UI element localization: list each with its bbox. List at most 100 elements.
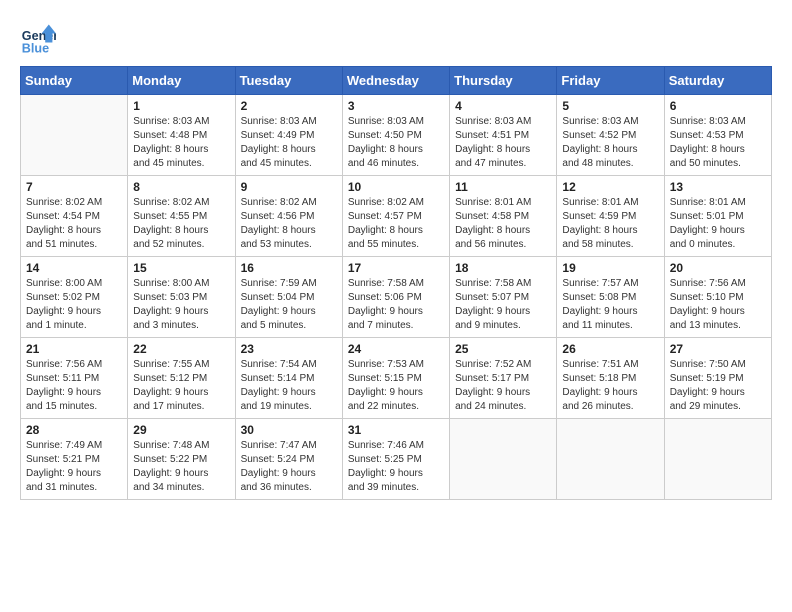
calendar-cell: 12 Sunrise: 8:01 AM Sunset: 4:59 PM Dayli…	[557, 176, 664, 257]
day-number: 1	[133, 99, 229, 113]
calendar-cell: 10 Sunrise: 8:02 AM Sunset: 4:57 PM Dayli…	[342, 176, 449, 257]
calendar-week-row: 14Sunrise: 8:00 AM Sunset: 5:02 PM Dayli…	[21, 257, 772, 338]
day-info: Sunrise: 8:01 AM Sunset: 4:58 PM Dayligh…	[455, 196, 551, 252]
calendar-week-row: 21Sunrise: 7:56 AM Sunset: 5:11 PM Dayli…	[21, 338, 772, 419]
day-info: Sunrise: 7:54 AM Sunset: 5:14 PM Dayligh…	[241, 358, 337, 414]
day-info: Sunrise: 7:57 AM Sunset: 5:08 PM Dayligh…	[562, 277, 658, 333]
day-number: 4	[455, 99, 551, 113]
weekday-header: Wednesday	[342, 67, 449, 95]
day-info: Sunrise: 8:03 AM Sunset: 4:50 PM Dayligh…	[348, 115, 444, 171]
calendar-cell: 17 Sunrise: 7:58 AM Sunset: 5:06 PM Dayli…	[342, 257, 449, 338]
calendar-cell: 6 Sunrise: 8:03 AM Sunset: 4:53 PM Daylig…	[664, 95, 771, 176]
calendar-cell	[450, 419, 557, 500]
calendar-cell: 14Sunrise: 8:00 AM Sunset: 5:02 PM Dayli…	[21, 257, 128, 338]
day-number: 27	[670, 342, 766, 356]
calendar-header: SundayMondayTuesdayWednesdayThursdayFrid…	[21, 67, 772, 95]
calendar-week-row: 1 Sunrise: 8:03 AM Sunset: 4:48 PM Daylig…	[21, 95, 772, 176]
calendar-cell: 1 Sunrise: 8:03 AM Sunset: 4:48 PM Daylig…	[128, 95, 235, 176]
day-number: 25	[455, 342, 551, 356]
day-number: 31	[348, 423, 444, 437]
day-number: 7	[26, 180, 122, 194]
day-info: Sunrise: 7:52 AM Sunset: 5:17 PM Dayligh…	[455, 358, 551, 414]
day-number: 18	[455, 261, 551, 275]
day-number: 30	[241, 423, 337, 437]
calendar-table: SundayMondayTuesdayWednesdayThursdayFrid…	[20, 66, 772, 500]
day-info: Sunrise: 7:56 AM Sunset: 5:11 PM Dayligh…	[26, 358, 122, 414]
day-number: 12	[562, 180, 658, 194]
calendar-cell	[557, 419, 664, 500]
day-info: Sunrise: 8:03 AM Sunset: 4:51 PM Dayligh…	[455, 115, 551, 171]
day-info: Sunrise: 7:56 AM Sunset: 5:10 PM Dayligh…	[670, 277, 766, 333]
calendar-cell: 31Sunrise: 7:46 AM Sunset: 5:25 PM Dayli…	[342, 419, 449, 500]
calendar-cell: 3 Sunrise: 8:03 AM Sunset: 4:50 PM Daylig…	[342, 95, 449, 176]
day-info: Sunrise: 8:02 AM Sunset: 4:54 PM Dayligh…	[26, 196, 122, 252]
day-number: 11	[455, 180, 551, 194]
weekday-row: SundayMondayTuesdayWednesdayThursdayFrid…	[21, 67, 772, 95]
logo: General Blue	[20, 20, 62, 56]
day-info: Sunrise: 7:58 AM Sunset: 5:07 PM Dayligh…	[455, 277, 551, 333]
day-number: 13	[670, 180, 766, 194]
day-number: 3	[348, 99, 444, 113]
day-number: 28	[26, 423, 122, 437]
calendar-cell: 19 Sunrise: 7:57 AM Sunset: 5:08 PM Dayli…	[557, 257, 664, 338]
day-info: Sunrise: 7:58 AM Sunset: 5:06 PM Dayligh…	[348, 277, 444, 333]
day-number: 26	[562, 342, 658, 356]
day-info: Sunrise: 8:01 AM Sunset: 4:59 PM Dayligh…	[562, 196, 658, 252]
calendar-cell: 30 Sunrise: 7:47 AM Sunset: 5:24 PM Dayli…	[235, 419, 342, 500]
calendar-cell: 5 Sunrise: 8:03 AM Sunset: 4:52 PM Daylig…	[557, 95, 664, 176]
calendar-week-row: 7 Sunrise: 8:02 AM Sunset: 4:54 PM Daylig…	[21, 176, 772, 257]
calendar-cell: 26 Sunrise: 7:51 AM Sunset: 5:18 PM Dayli…	[557, 338, 664, 419]
logo-icon: General Blue	[20, 20, 56, 56]
day-info: Sunrise: 7:55 AM Sunset: 5:12 PM Dayligh…	[133, 358, 229, 414]
weekday-header: Saturday	[664, 67, 771, 95]
day-info: Sunrise: 8:03 AM Sunset: 4:49 PM Dayligh…	[241, 115, 337, 171]
calendar-cell	[664, 419, 771, 500]
day-number: 14	[26, 261, 122, 275]
calendar-cell: 23 Sunrise: 7:54 AM Sunset: 5:14 PM Dayli…	[235, 338, 342, 419]
day-number: 9	[241, 180, 337, 194]
day-number: 29	[133, 423, 229, 437]
calendar-cell: 28 Sunrise: 7:49 AM Sunset: 5:21 PM Dayli…	[21, 419, 128, 500]
day-number: 23	[241, 342, 337, 356]
day-number: 24	[348, 342, 444, 356]
day-info: Sunrise: 7:59 AM Sunset: 5:04 PM Dayligh…	[241, 277, 337, 333]
calendar-cell: 22 Sunrise: 7:55 AM Sunset: 5:12 PM Dayli…	[128, 338, 235, 419]
calendar-cell: 25 Sunrise: 7:52 AM Sunset: 5:17 PM Dayli…	[450, 338, 557, 419]
calendar-cell: 16 Sunrise: 7:59 AM Sunset: 5:04 PM Dayli…	[235, 257, 342, 338]
calendar-cell: 24 Sunrise: 7:53 AM Sunset: 5:15 PM Dayli…	[342, 338, 449, 419]
day-info: Sunrise: 8:03 AM Sunset: 4:53 PM Dayligh…	[670, 115, 766, 171]
day-number: 16	[241, 261, 337, 275]
calendar-cell: 2 Sunrise: 8:03 AM Sunset: 4:49 PM Daylig…	[235, 95, 342, 176]
day-info: Sunrise: 7:53 AM Sunset: 5:15 PM Dayligh…	[348, 358, 444, 414]
day-number: 20	[670, 261, 766, 275]
day-info: Sunrise: 8:02 AM Sunset: 4:55 PM Dayligh…	[133, 196, 229, 252]
page-header: General Blue	[20, 20, 772, 56]
day-info: Sunrise: 8:00 AM Sunset: 5:03 PM Dayligh…	[133, 277, 229, 333]
day-info: Sunrise: 8:02 AM Sunset: 4:57 PM Dayligh…	[348, 196, 444, 252]
calendar-cell: 18 Sunrise: 7:58 AM Sunset: 5:07 PM Dayli…	[450, 257, 557, 338]
day-number: 17	[348, 261, 444, 275]
day-info: Sunrise: 7:50 AM Sunset: 5:19 PM Dayligh…	[670, 358, 766, 414]
weekday-header: Friday	[557, 67, 664, 95]
day-number: 22	[133, 342, 229, 356]
day-info: Sunrise: 7:49 AM Sunset: 5:21 PM Dayligh…	[26, 439, 122, 495]
day-number: 2	[241, 99, 337, 113]
day-number: 5	[562, 99, 658, 113]
weekday-header: Tuesday	[235, 67, 342, 95]
day-number: 19	[562, 261, 658, 275]
day-info: Sunrise: 7:47 AM Sunset: 5:24 PM Dayligh…	[241, 439, 337, 495]
day-info: Sunrise: 8:03 AM Sunset: 4:48 PM Dayligh…	[133, 115, 229, 171]
day-info: Sunrise: 8:02 AM Sunset: 4:56 PM Dayligh…	[241, 196, 337, 252]
calendar-body: 1 Sunrise: 8:03 AM Sunset: 4:48 PM Daylig…	[21, 95, 772, 500]
weekday-header: Thursday	[450, 67, 557, 95]
weekday-header: Sunday	[21, 67, 128, 95]
day-number: 6	[670, 99, 766, 113]
day-info: Sunrise: 7:51 AM Sunset: 5:18 PM Dayligh…	[562, 358, 658, 414]
calendar-cell: 27 Sunrise: 7:50 AM Sunset: 5:19 PM Dayli…	[664, 338, 771, 419]
calendar-cell: 4 Sunrise: 8:03 AM Sunset: 4:51 PM Daylig…	[450, 95, 557, 176]
day-number: 15	[133, 261, 229, 275]
calendar-cell	[21, 95, 128, 176]
day-info: Sunrise: 8:01 AM Sunset: 5:01 PM Dayligh…	[670, 196, 766, 252]
day-number: 10	[348, 180, 444, 194]
day-info: Sunrise: 8:03 AM Sunset: 4:52 PM Dayligh…	[562, 115, 658, 171]
